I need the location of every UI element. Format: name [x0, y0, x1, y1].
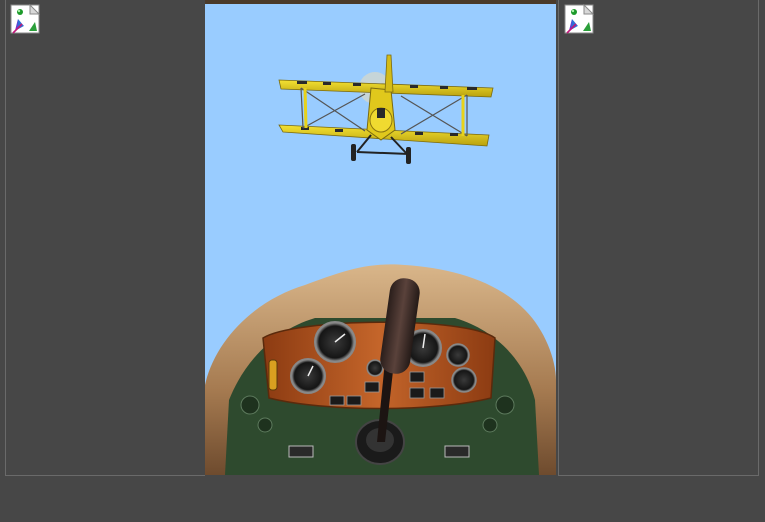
left-side-panel: [5, 0, 205, 476]
right-side-panel: [558, 0, 759, 476]
game-page: [0, 0, 765, 522]
game-viewport[interactable]: [205, 0, 556, 475]
broken-image-icon: [564, 4, 594, 34]
game-scene: [205, 0, 556, 475]
broken-image-icon: [10, 4, 40, 34]
rpm-gauge: [446, 343, 470, 367]
oil-gauge: [451, 367, 477, 393]
fuel-indicator: [268, 359, 278, 391]
